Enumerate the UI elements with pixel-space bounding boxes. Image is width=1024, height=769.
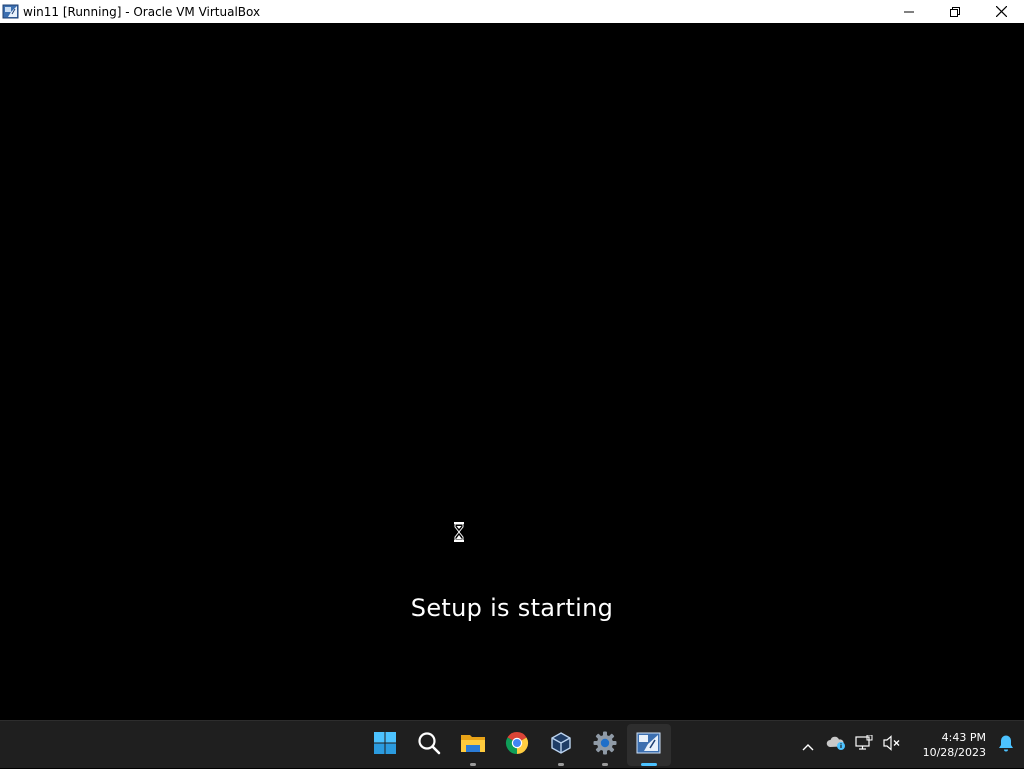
running-indicator [558,763,564,766]
clock-time: 4:43 PM [941,731,986,744]
start-button[interactable] [363,721,407,769]
close-icon [995,2,1007,21]
virtualbox-vm-icon [636,731,662,759]
search-icon [417,731,441,759]
clock-date: 10/28/2023 [922,746,986,759]
chevron-up-icon [802,736,814,755]
volume-muted-icon [883,735,901,755]
settings-button[interactable] [583,721,627,769]
setup-status-text: Setup is starting [410,594,614,622]
virtualbox-manager-button[interactable] [539,721,583,769]
virtualbox-icon[interactable] [2,3,19,20]
system-tray: 4:43 PM 10/28/2023 [794,721,1024,769]
bell-icon [998,734,1014,756]
virtualbox-manager-icon [549,731,573,759]
show-hidden-icons-button[interactable] [794,729,822,761]
taskbar: 4:43 PM 10/28/2023 [0,720,1024,768]
minimize-icon [904,2,914,21]
hourglass-cursor-icon [453,522,465,542]
network-icon [855,734,873,755]
restore-icon [950,2,960,21]
file-explorer-button[interactable] [451,721,495,769]
chrome-icon [505,731,529,759]
onedrive-button[interactable] [822,729,850,761]
vm-display[interactable]: Setup is starting [0,23,1024,720]
window-titlebar[interactable]: win11 [Running] - Oracle VM VirtualBox [0,0,1024,23]
running-indicator [602,763,608,766]
running-indicator [470,763,476,766]
notification-button[interactable] [992,734,1020,756]
volume-button[interactable] [878,729,906,761]
chrome-button[interactable] [495,721,539,769]
window-title: win11 [Running] - Oracle VM VirtualBox [23,4,261,19]
file-explorer-icon [460,731,486,759]
minimize-button[interactable] [886,0,932,23]
active-indicator [641,763,657,766]
taskbar-clock[interactable]: 4:43 PM 10/28/2023 [908,730,986,760]
close-button[interactable] [978,0,1024,23]
window-controls [886,0,1024,23]
taskbar-apps [363,721,671,769]
restore-button[interactable] [932,0,978,23]
start-icon [373,731,397,759]
settings-icon [593,731,617,759]
onedrive-icon [826,735,846,755]
network-button[interactable] [850,729,878,761]
virtualbox-vm-button[interactable] [627,724,671,766]
search-button[interactable] [407,721,451,769]
